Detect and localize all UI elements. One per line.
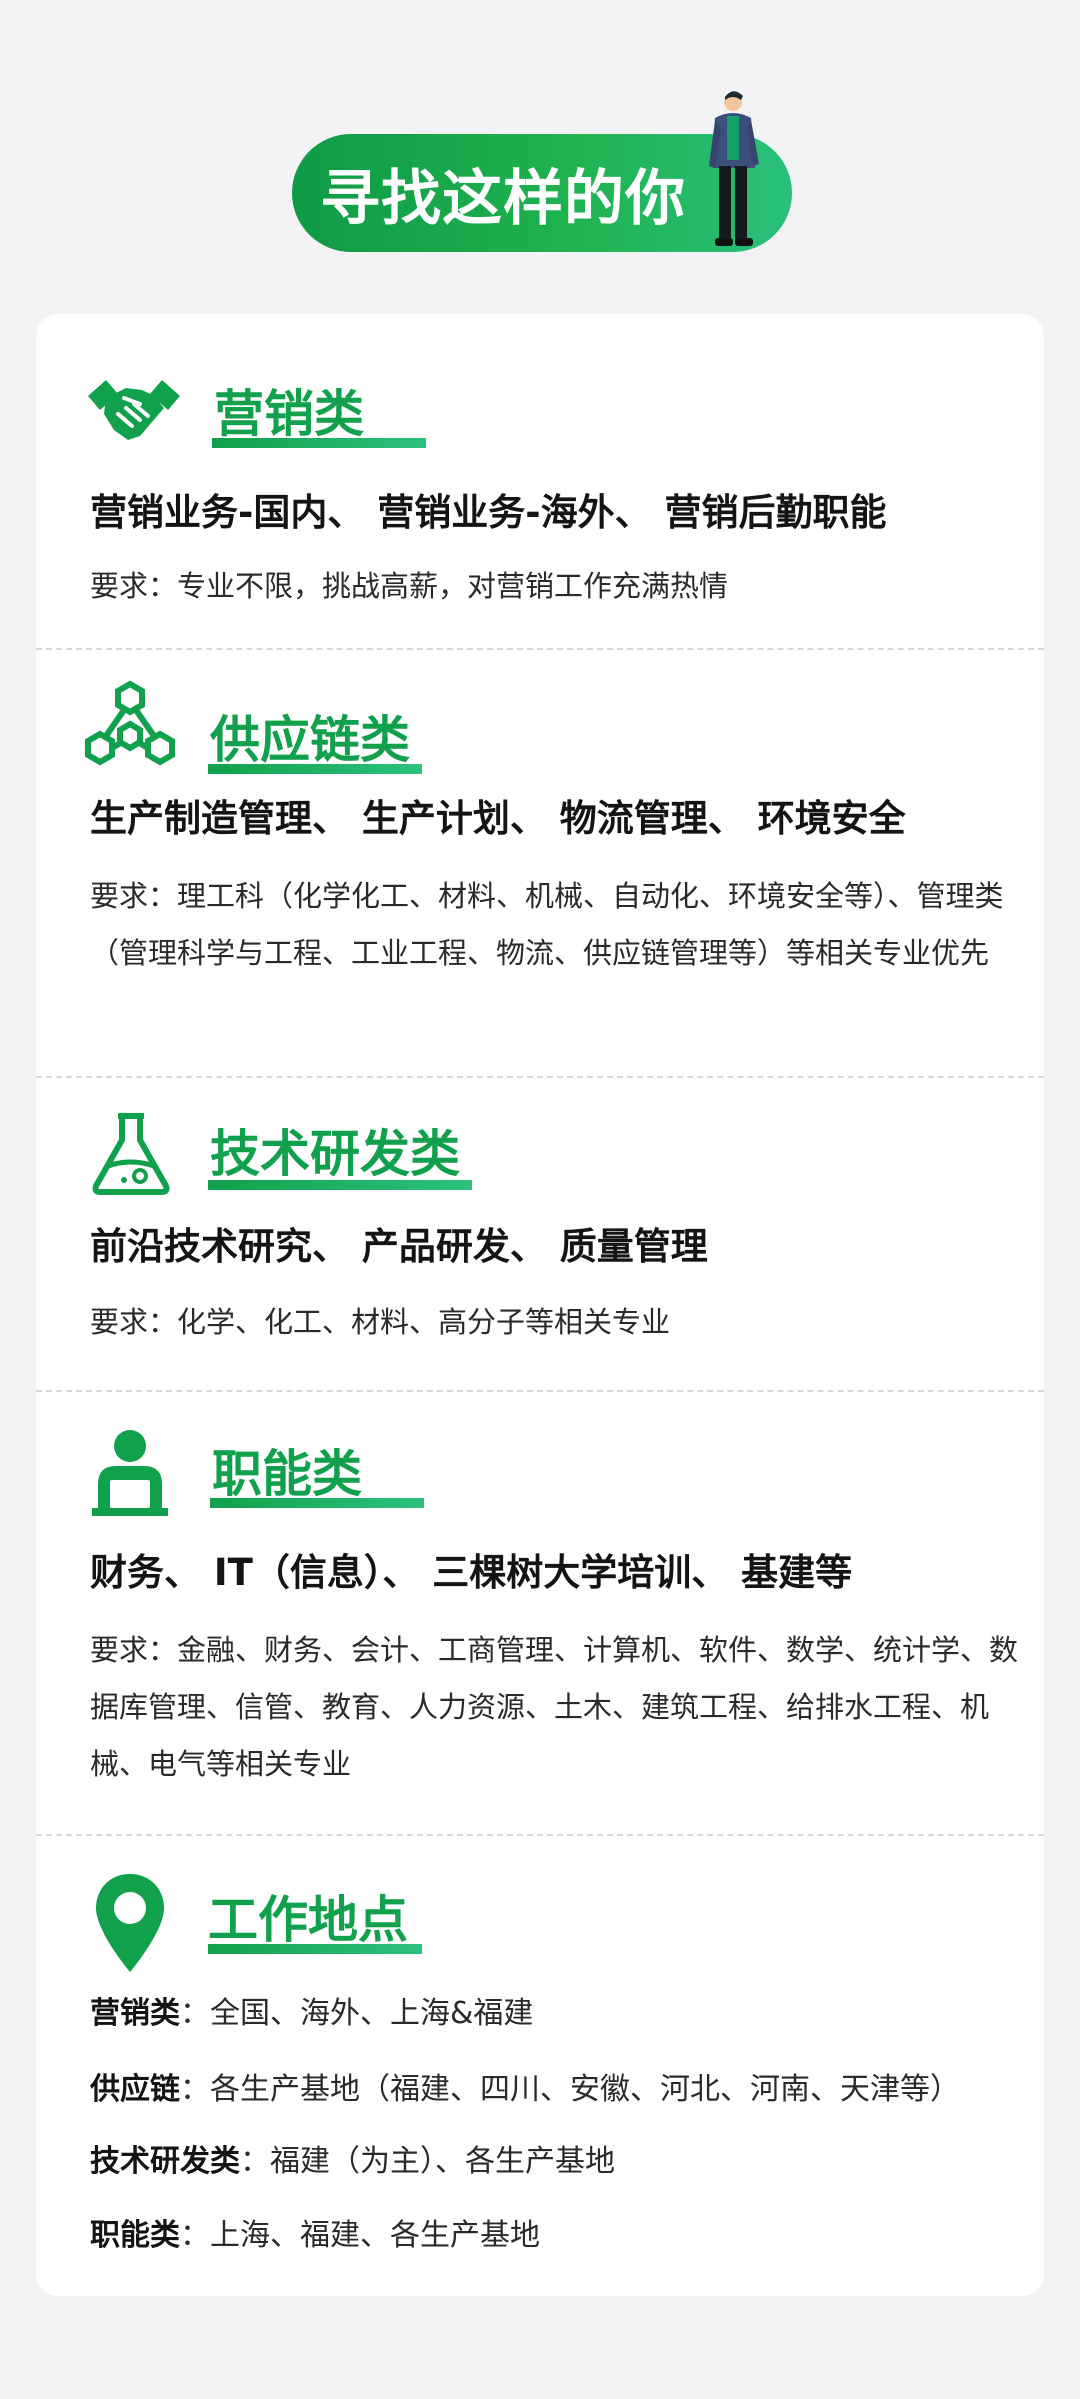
location-label: 营销类 bbox=[90, 1996, 180, 2031]
office-worker-icon bbox=[92, 1430, 168, 1516]
location-value: ：福建（为主）、各生产基地 bbox=[240, 2144, 615, 2179]
flask-icon bbox=[92, 1113, 170, 1195]
location-value: ：上海、福建、各生产基地 bbox=[180, 2218, 540, 2253]
section-requirement-marketing: 要求：专业不限，挑战高薪，对营销工作充满热情 bbox=[90, 569, 729, 603]
location-row-supply-chain: 供应链：各生产基地（福建、四川、安徽、河北、河南、天津等） bbox=[90, 2064, 960, 2108]
section-divider bbox=[36, 1076, 1044, 1078]
location-value: ：全国、海外、上海&福建 bbox=[180, 1996, 534, 2031]
section-roles-marketing: 营销业务-国内、 营销业务-海外、 营销后勤职能 bbox=[90, 491, 887, 534]
banner-title: 寻找这样的你 bbox=[320, 163, 686, 234]
section-title-marketing: 营销类 bbox=[214, 385, 364, 443]
section-title-functional: 职能类 bbox=[212, 1445, 362, 1503]
section-roles-supply-chain: 生产制造管理、 生产计划、 物流管理、 环境安全 bbox=[90, 797, 906, 840]
location-row-marketing: 营销类：全国、海外、上海&福建 bbox=[90, 1988, 533, 2032]
location-label: 职能类 bbox=[90, 2218, 180, 2253]
section-underline bbox=[208, 764, 422, 774]
section-underline bbox=[210, 1498, 424, 1508]
location-value: ：各生产基地（福建、四川、安徽、河北、河南、天津等） bbox=[180, 2072, 960, 2107]
content-card: 营销类 营销业务-国内、 营销业务-海外、 营销后勤职能 要求：专业不限，挑战高… bbox=[36, 314, 1044, 2296]
map-pin-icon bbox=[96, 1874, 164, 1972]
location-label: 供应链 bbox=[90, 2072, 180, 2107]
section-roles-functional: 财务、 IT（信息）、 三棵树大学培训、 基建等 bbox=[90, 1551, 853, 1594]
section-requirement-functional: 要求：金融、财务、会计、工商管理、计算机、软件、数学、统计学、数据库管理、信管、… bbox=[90, 1633, 1019, 1781]
section-roles-rnd: 前沿技术研究、 产品研发、 质量管理 bbox=[90, 1225, 708, 1268]
location-row-functional: 职能类：上海、福建、各生产基地 bbox=[90, 2210, 540, 2254]
section-title-rnd: 技术研发类 bbox=[210, 1125, 460, 1183]
handshake-icon bbox=[88, 380, 180, 440]
section-divider bbox=[36, 1390, 1044, 1392]
section-underline bbox=[212, 438, 426, 448]
location-row-rnd: 技术研发类：福建（为主）、各生产基地 bbox=[90, 2136, 615, 2180]
person-illustration-icon bbox=[709, 91, 759, 246]
section-divider bbox=[36, 648, 1044, 650]
section-requirement-supply-chain: 要求：理工科（化学化工、材料、机械、自动化、环境安全等）、管理类（管理科学与工程… bbox=[90, 879, 1004, 970]
section-underline bbox=[208, 1180, 472, 1190]
section-requirement-rnd: 要求：化学、化工、材料、高分子等相关专业 bbox=[90, 1305, 671, 1339]
section-divider bbox=[36, 1834, 1044, 1836]
section-title-supply-chain: 供应链类 bbox=[210, 711, 410, 769]
location-label: 技术研发类 bbox=[90, 2144, 240, 2179]
section-title-location: 工作地点 bbox=[208, 1891, 408, 1949]
hexagon-network-icon bbox=[85, 680, 175, 766]
section-underline bbox=[208, 1944, 422, 1954]
